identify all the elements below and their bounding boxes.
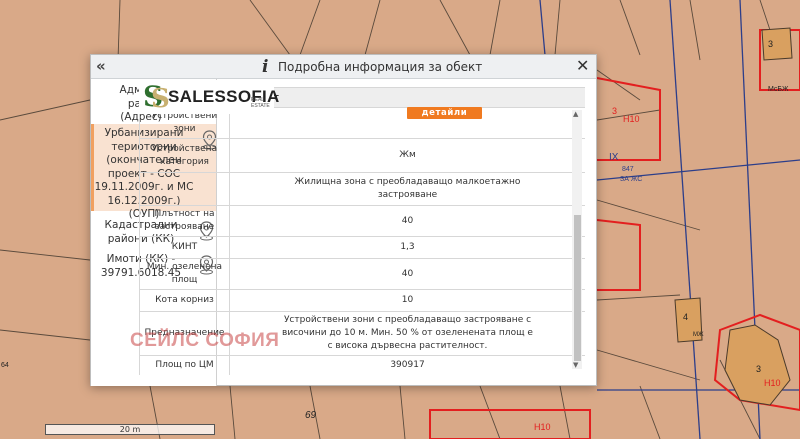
table-cell-label: Плътност на застрояване	[139, 205, 230, 237]
table-row: Плътност на застрояване 40	[139, 205, 585, 237]
table-row: КИНТ 1,3	[139, 236, 585, 259]
table-row: Устройствена категория Жм	[139, 138, 585, 173]
table-row: Жилищна зона с преобладаващо малкоетажно…	[139, 172, 585, 206]
map-label-zajs: ЗА ЖС	[620, 176, 643, 183]
map-label-h10-b2: Н10	[534, 422, 551, 432]
table-cell-label: КИНТ	[139, 236, 230, 259]
table-row: Мин. озеленена площ 40	[139, 258, 585, 290]
map-label-num3-top: 3	[612, 106, 618, 116]
logo-subtitle: REAL ESTATE	[251, 97, 270, 109]
table-cell-value: 390917	[229, 355, 585, 375]
details-button[interactable]: детайли	[407, 107, 482, 119]
table-cell-value: Жм	[229, 138, 585, 173]
table-cell-value: Жилищна зона с преобладаващо малкоетажно…	[229, 172, 585, 206]
table-cell-label: Площ по ЦМ	[139, 355, 230, 375]
map-label-mj: МЖ	[693, 332, 704, 338]
table-row: Площ по ЦМ 390917	[139, 355, 585, 375]
scroll-thumb[interactable]	[574, 215, 581, 361]
map-label-num3-bottom: 3	[756, 364, 762, 374]
table-scrollbar[interactable]: ▲ ▼	[572, 110, 582, 369]
table-cell-label: Мин. озеленена площ	[139, 258, 230, 290]
scroll-up-arrow-icon[interactable]: ▲	[573, 110, 578, 118]
scroll-down-arrow-icon[interactable]: ▼	[573, 361, 578, 369]
logo-s-mark-icon: S	[151, 84, 170, 114]
map-label-mcb: МсБЖ	[768, 86, 789, 93]
dialog-title: Подробна информация за обект	[278, 60, 483, 74]
table-cell-label	[139, 172, 230, 206]
table-cell-label: Устройствена категория	[139, 138, 230, 173]
salessofia-logo: S S SALESSOFIA REAL ESTATE	[139, 80, 279, 114]
dialog-header: « i Подробна информация за обект ✕	[91, 55, 596, 79]
table-header-value: Стойност	[229, 87, 585, 108]
table-cell-value: 40	[229, 258, 585, 290]
map-label-64: 64	[1, 362, 9, 369]
info-icon: i	[262, 57, 269, 77]
table-cell-value: Устройствени зони с преобладаващо застро…	[229, 311, 585, 356]
map-label-h10-top: Н10	[623, 114, 640, 124]
table-cell-label: Кота корниз	[139, 289, 230, 312]
table-cell-value: 40	[229, 205, 585, 237]
table-cell-value: 10	[229, 289, 585, 312]
map-label-num3-box: 3	[768, 39, 774, 49]
map-scale-bar: 20 m	[45, 424, 215, 435]
table-row: Кота корниз 10	[139, 289, 585, 312]
map-label-847: 847	[622, 166, 634, 173]
watermark-text: СЕЙЛС СОФИЯ	[130, 330, 280, 351]
close-icon[interactable]: ✕	[576, 56, 590, 76]
map-label-ix: IX	[609, 152, 619, 163]
map-label-69: 69	[305, 410, 317, 421]
map-label-h10-bottom: Н10	[764, 378, 781, 388]
table-cell-value: 1,3	[229, 236, 585, 259]
map-label-num4: 4	[683, 312, 689, 322]
collapse-double-chevron-icon[interactable]: «	[96, 57, 112, 75]
